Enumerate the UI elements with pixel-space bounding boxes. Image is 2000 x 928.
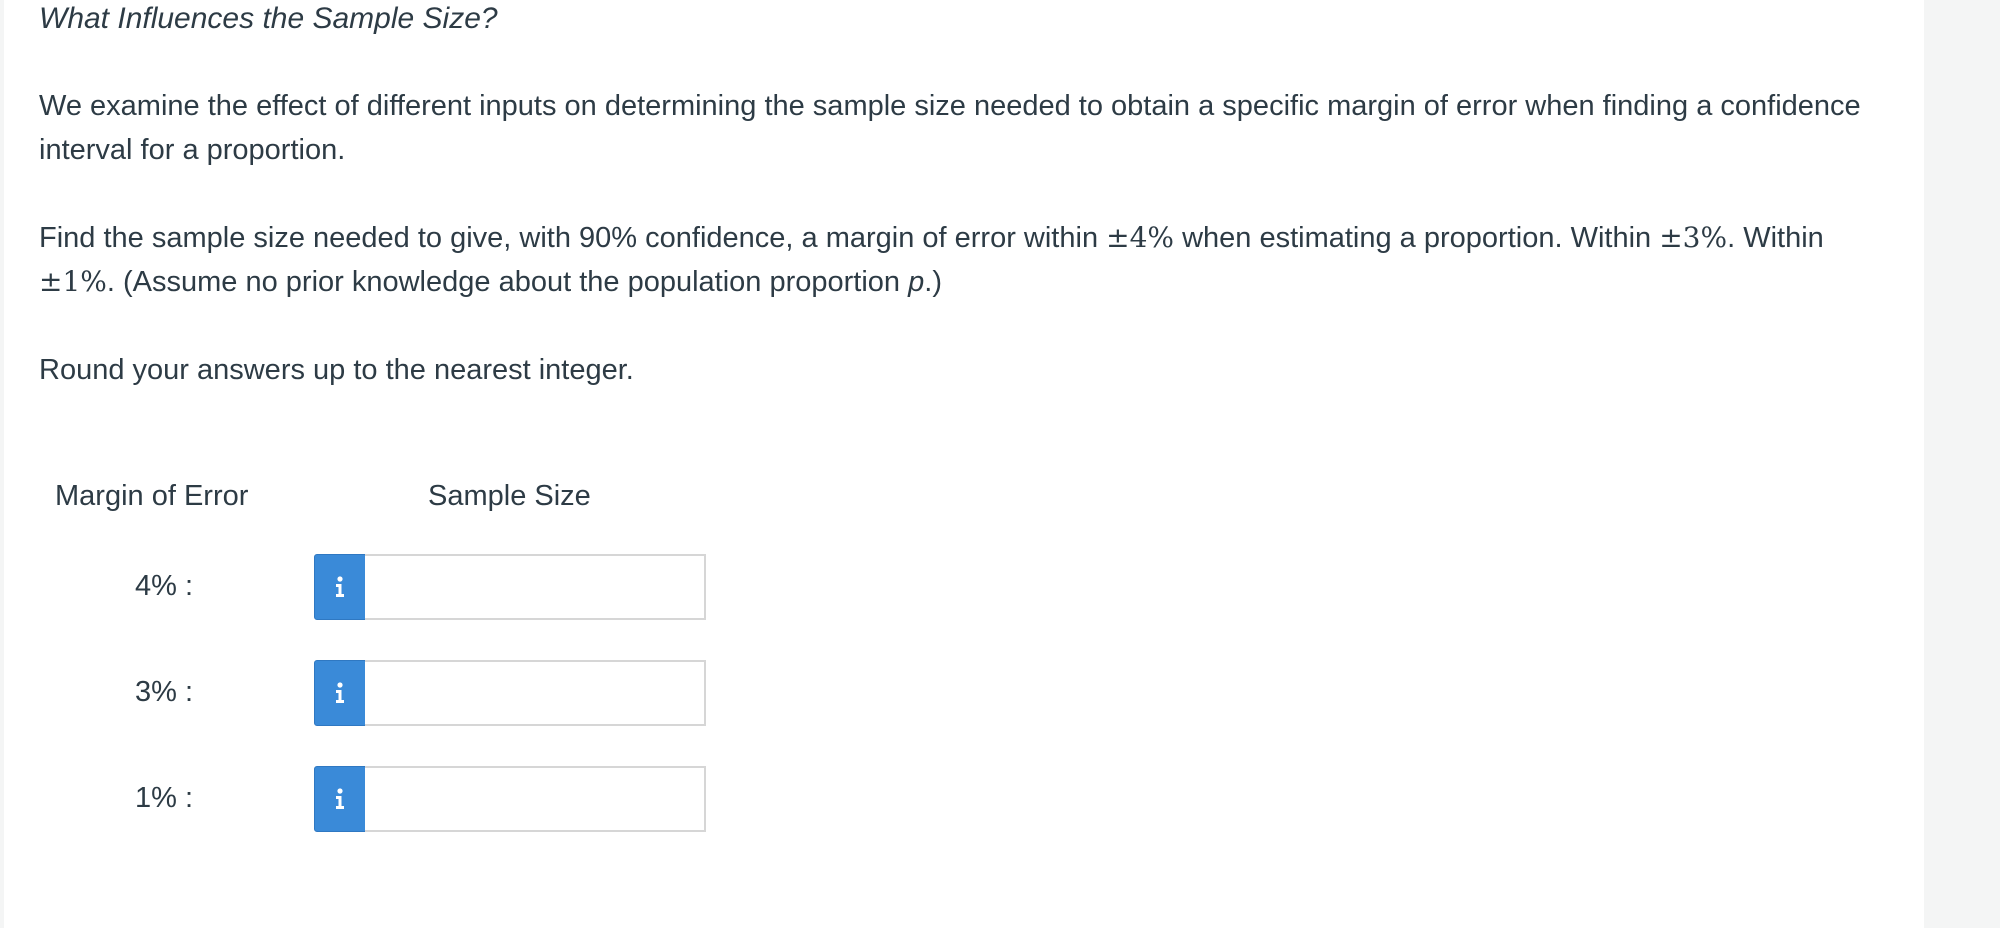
margin-3-math: ±3%: [1659, 221, 1728, 254]
info-button[interactable]: [314, 766, 366, 832]
intro-paragraph: We examine the effect of different input…: [39, 90, 1861, 166]
margin-4-math: ±4%: [1106, 221, 1175, 254]
row-label: 1% :: [135, 782, 194, 814]
sample-size-header: Sample Size: [428, 480, 591, 512]
instructions-paragraph: Find the sample size needed to give, wit…: [39, 216, 1899, 304]
question-panel: What Influences the Sample Size? We exam…: [4, 0, 1924, 928]
info-button[interactable]: [314, 660, 366, 726]
margin-of-error-header: Margin of Error: [55, 480, 249, 512]
sample-size-input-3[interactable]: [365, 660, 706, 726]
question-title: What Influences the Sample Size?: [39, 2, 498, 35]
answer-row-4: 4% :: [4, 554, 724, 620]
info-button[interactable]: [314, 554, 366, 620]
instructions-text-5: .): [924, 266, 942, 298]
answer-row-1: 1% :: [4, 766, 724, 832]
instructions-text-1: Find the sample size needed to give, wit…: [39, 222, 1107, 254]
info-icon: [334, 788, 346, 810]
margin-1-math: ±1%: [39, 265, 107, 298]
rounding-instruction: Round your answers up to the nearest int…: [39, 354, 634, 386]
sample-size-input-1[interactable]: [365, 766, 706, 832]
instructions-text-4: . (Assume no prior knowledge about the p…: [106, 266, 909, 298]
row-label: 4% :: [135, 570, 194, 602]
proportion-variable: p: [908, 266, 925, 298]
instructions-text-2: when estimating a proportion. Within: [1174, 222, 1660, 254]
info-icon: [334, 682, 346, 704]
sample-size-input-4[interactable]: [365, 554, 706, 620]
info-icon: [334, 576, 346, 598]
instructions-text-3: . Within: [1727, 222, 1824, 254]
answer-row-3: 3% :: [4, 660, 724, 726]
row-label: 3% :: [135, 676, 194, 708]
